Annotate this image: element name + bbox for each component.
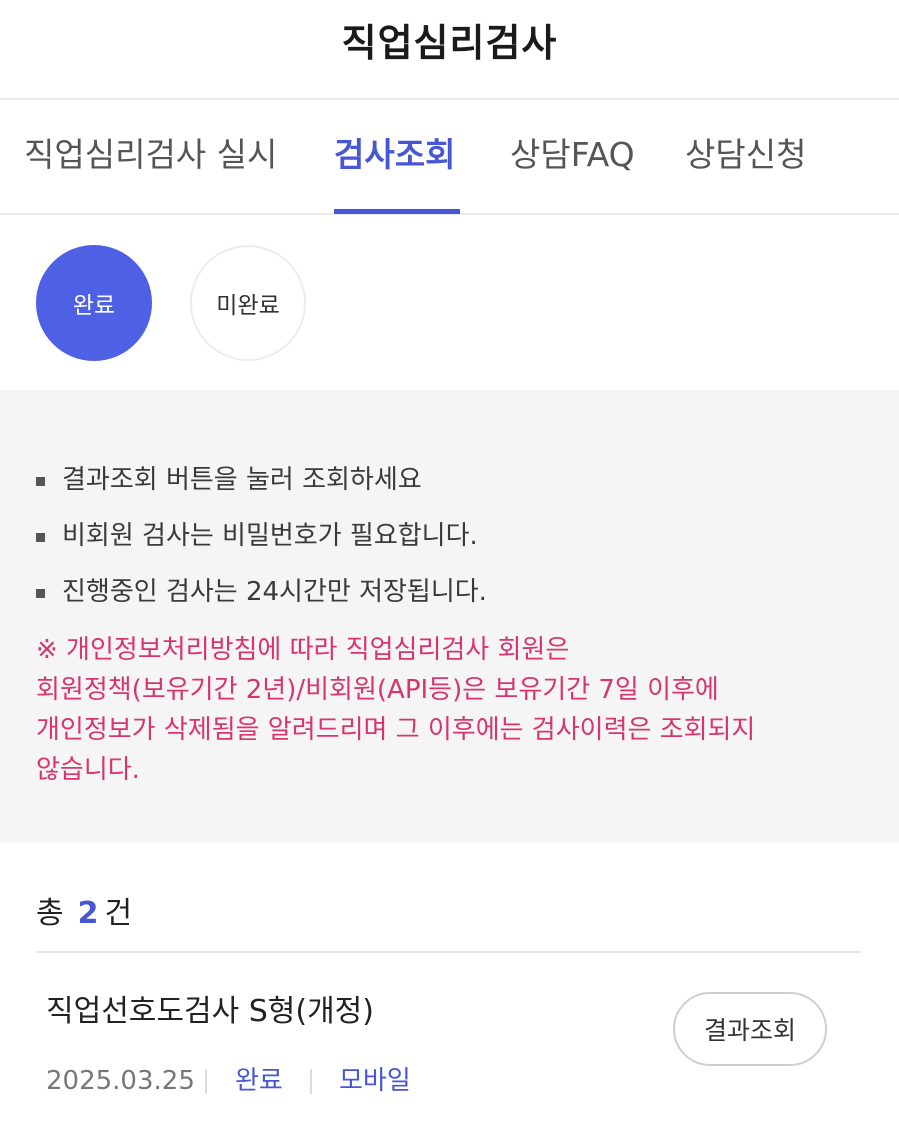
filter-incomplete-button[interactable]: 미완료 (190, 245, 306, 361)
count-number: 2 (77, 896, 99, 931)
meta-separator (310, 1069, 312, 1094)
notice-text: 비회원 검사는 비밀번호가 필요합니다. (62, 521, 478, 551)
count-prefix: 총 (36, 896, 64, 931)
view-result-button[interactable]: 결과조회 (673, 992, 827, 1066)
tab-consult-request[interactable]: 상담신청 (685, 132, 806, 178)
notice-text: 결과조회 버튼을 눌러 조회하세요 (62, 465, 422, 495)
warning-line: ※ 개인정보처리방침에 따라 직업심리검사 회원은 (36, 635, 570, 665)
header: 직업심리검사 (0, 0, 899, 100)
result-title: 직업선호도검사 S형(개정) (46, 994, 374, 1029)
result-status: 완료 (235, 1066, 283, 1096)
filter-complete-button[interactable]: 완료 (36, 245, 152, 361)
warning-line: 않습니다. (36, 755, 140, 785)
tab-bar: 직업심리검사 실시 검사조회 상담FAQ 상담신청 (0, 102, 899, 215)
warning-line: 회원정책(보유기간 2년)/비회원(API등)은 보유기간 7일 이후에 (36, 675, 719, 705)
active-tab-indicator (334, 209, 460, 214)
warning-line: 개인정보가 삭제됨을 알려드리며 그 이후에는 검사이력은 조회되지 (36, 715, 756, 745)
meta-separator (205, 1069, 207, 1094)
bullet-square-icon (36, 533, 45, 542)
page-title: 직업심리검사 (341, 21, 558, 65)
tab-test-lookup[interactable]: 검사조회 (334, 132, 455, 178)
result-date: 2025.03.25 (46, 1066, 195, 1096)
result-device: 모바일 (339, 1066, 411, 1096)
divider (36, 951, 861, 953)
bullet-square-icon (36, 589, 45, 598)
notice-box: 결과조회 버튼을 눌러 조회하세요 비회원 검사는 비밀번호가 필요합니다. 진… (0, 390, 899, 843)
notice-text: 진행중인 검사는 24시간만 저장됩니다. (62, 577, 487, 607)
tab-faq[interactable]: 상담FAQ (510, 132, 635, 178)
result-count: 총2건 (36, 892, 132, 936)
tab-test-start[interactable]: 직업심리검사 실시 (24, 132, 277, 178)
count-suffix: 건 (104, 896, 133, 931)
privacy-warning: ※ 개인정보처리방침에 따라 직업심리검사 회원은 회원정책(보유기간 2년)/… (36, 630, 866, 790)
bullet-square-icon (36, 477, 45, 486)
